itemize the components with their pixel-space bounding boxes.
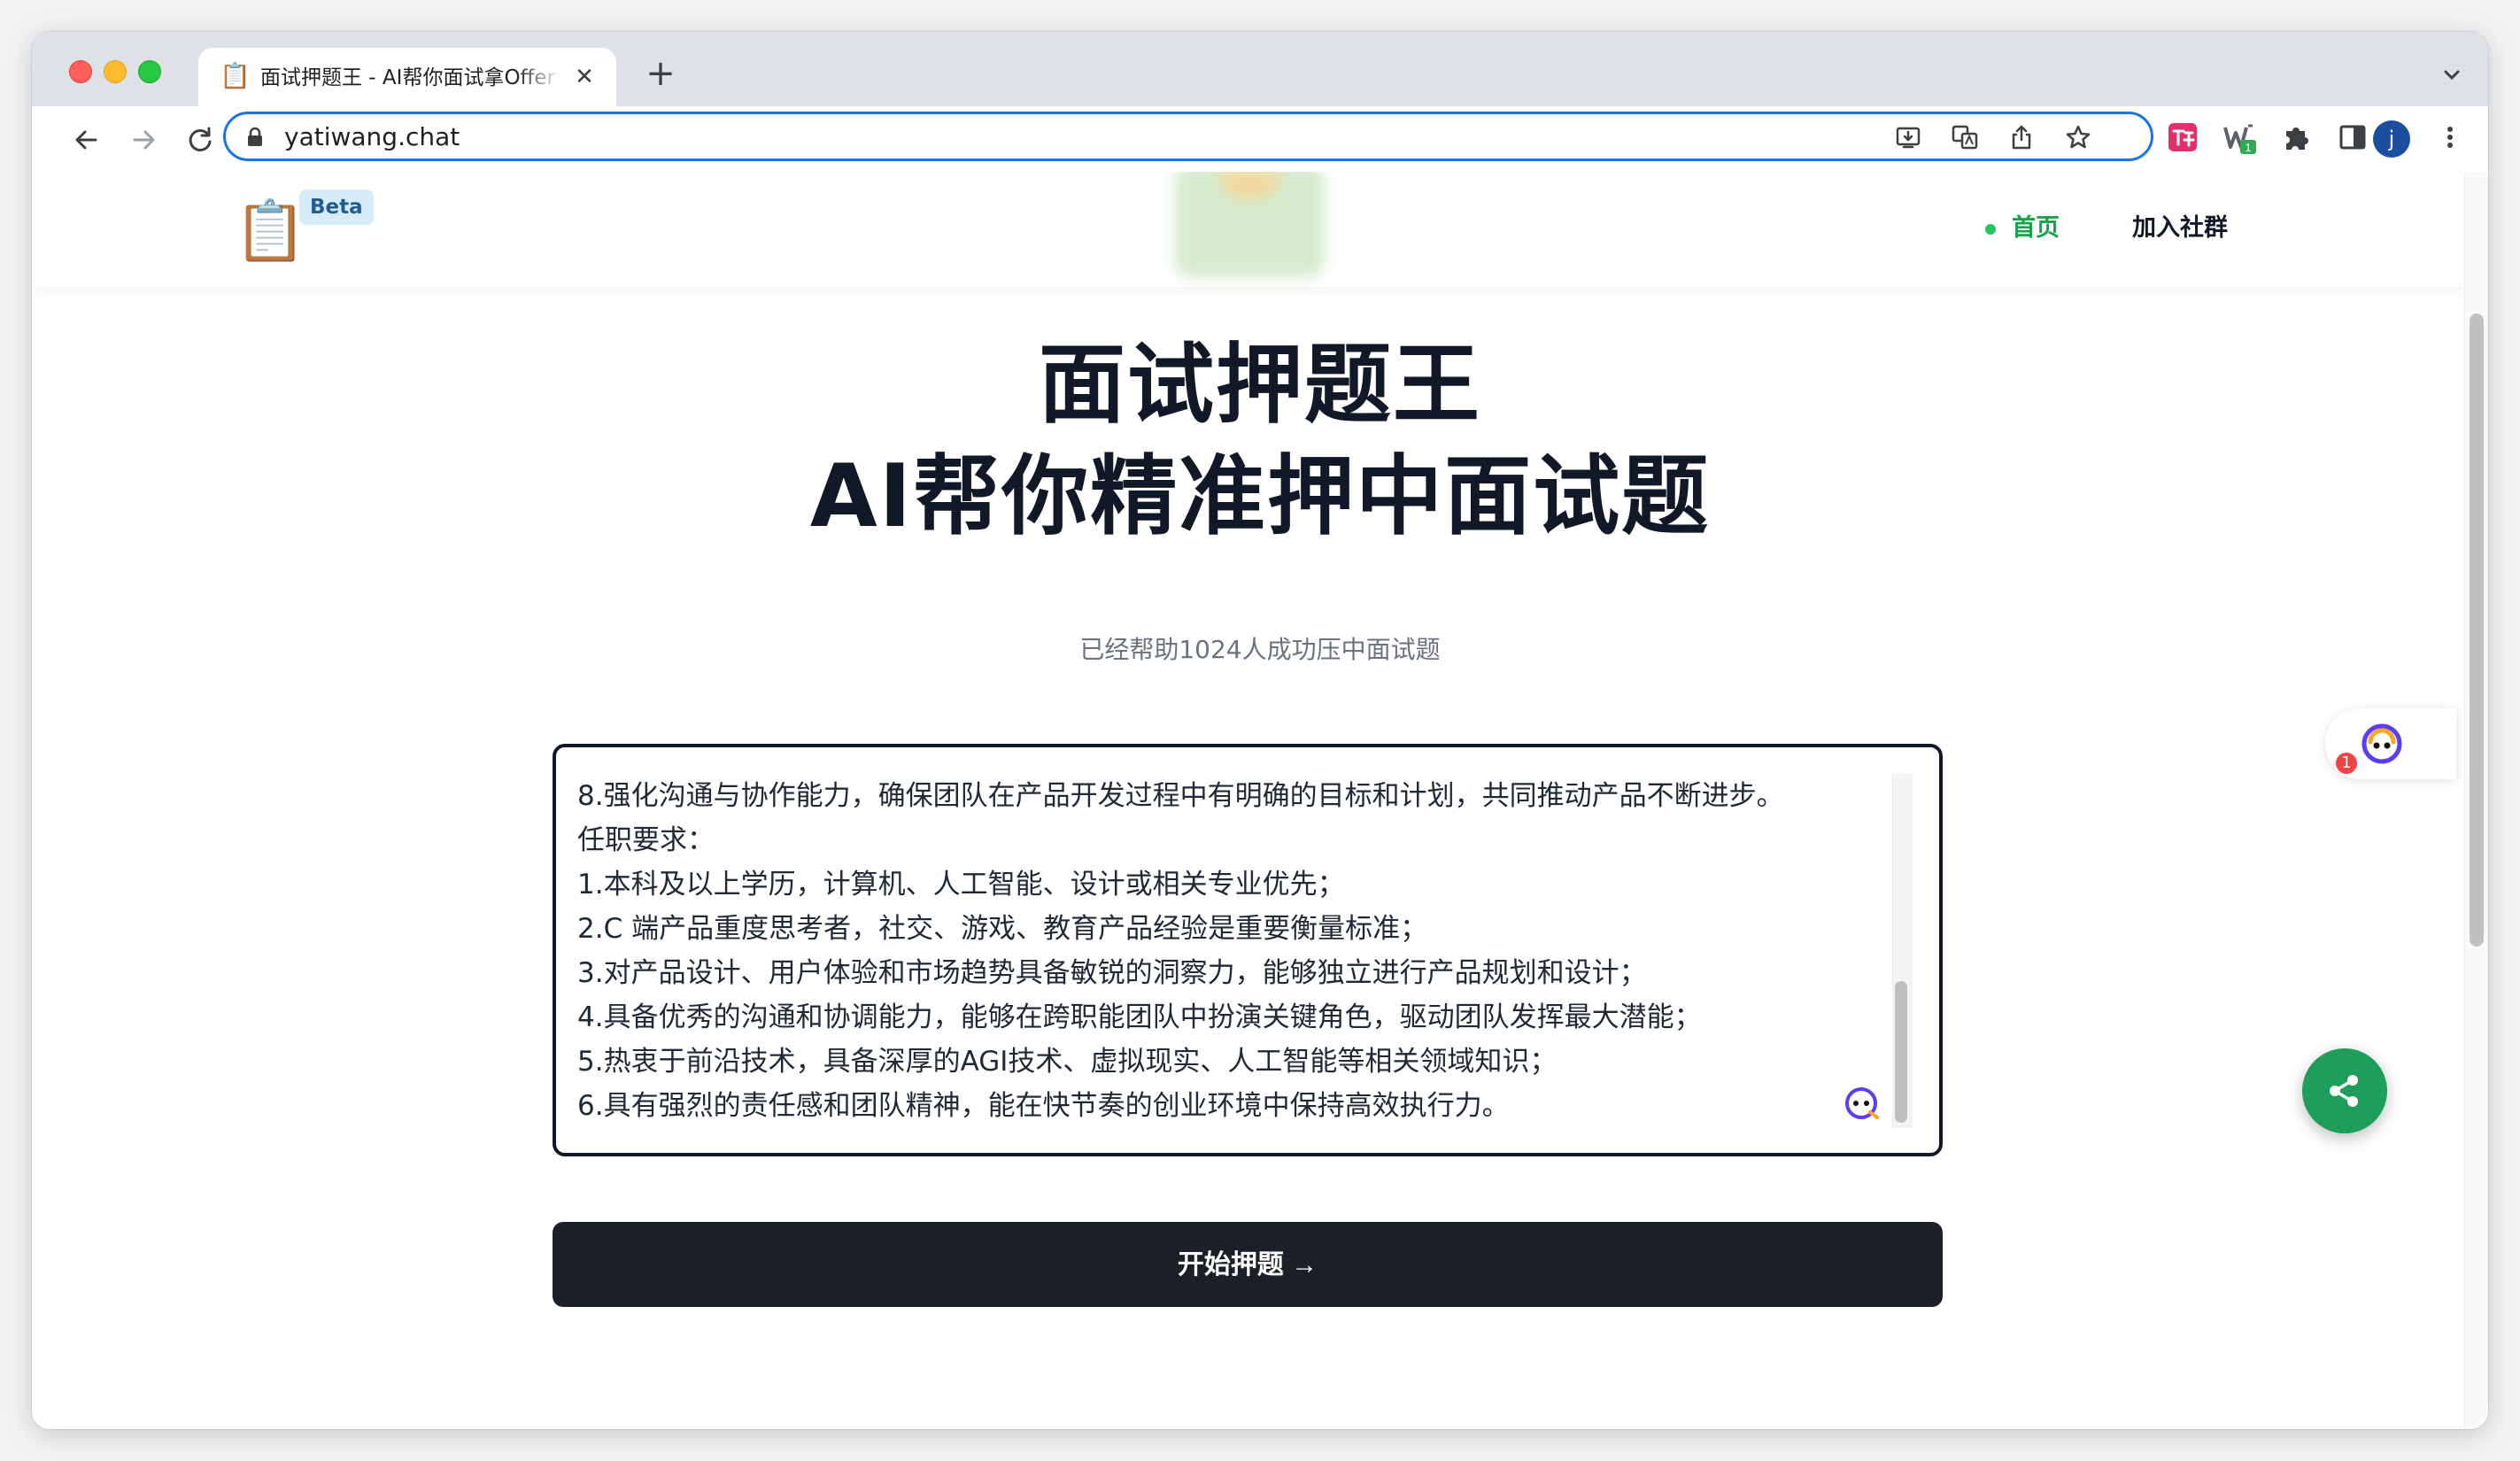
jd-line: 4.具备优秀的沟通和协调能力，能够在跨职能团队中扮演关键角色，驱动团队发挥最大潜… bbox=[577, 1001, 1702, 1033]
share-page-icon[interactable] bbox=[2007, 123, 2036, 151]
clipboard-logo-icon[interactable]: 📋 bbox=[234, 191, 306, 271]
tab-strip: 📋 面试押题王 - AI帮你面试拿Offer ✕ + bbox=[32, 32, 2488, 106]
url-text[interactable]: yatiwang.chat bbox=[284, 121, 460, 153]
extensions-puzzle-icon[interactable] bbox=[2279, 120, 2313, 154]
dictionary-extension-icon[interactable] bbox=[2166, 120, 2199, 154]
hero-title-line1: 面试押题王 bbox=[1038, 335, 1481, 436]
translate-icon[interactable] bbox=[1951, 123, 1979, 151]
clipboard-favicon-icon: 📋 bbox=[220, 61, 251, 90]
minimize-window-button[interactable] bbox=[104, 60, 127, 83]
share-nodes-icon bbox=[2330, 1075, 2358, 1107]
nav-home-label: 首页 bbox=[2012, 214, 2060, 242]
tab-title: 面试押题王 - AI帮你面试拿Offer bbox=[260, 66, 555, 89]
install-app-icon[interactable] bbox=[1894, 123, 1922, 151]
reload-icon[interactable] bbox=[182, 122, 218, 158]
job-description-text[interactable]: 8.强化沟通与协作能力，确保团队在产品开发过程中有明确的目标和计划，共同推动产品… bbox=[577, 774, 1879, 1128]
maximize-window-button[interactable] bbox=[138, 60, 161, 83]
textarea-scrollbar-thumb[interactable] bbox=[1895, 981, 1907, 1123]
ai-assistant-face-icon[interactable] bbox=[1842, 1084, 1881, 1123]
lock-icon[interactable] bbox=[245, 127, 265, 148]
bookmark-star-icon[interactable] bbox=[2064, 123, 2092, 151]
tab-close-icon[interactable]: ✕ bbox=[570, 63, 599, 91]
active-dot-icon bbox=[1985, 224, 1996, 235]
hero-title-line2: AI帮你精准押中面试题 bbox=[809, 446, 1711, 547]
decorative-blurred-image bbox=[1174, 172, 1325, 278]
beta-badge: Beta bbox=[299, 189, 374, 225]
browser-toolbar: yatiwang.chat 1 j bbox=[32, 106, 2488, 173]
jd-line: 2.C 端产品重度思考者，社交、游戏、教育产品经验是重要衡量标准； bbox=[577, 913, 1428, 945]
job-description-textarea[interactable]: 8.强化沟通与协作能力，确保团队在产品开发过程中有明确的目标和计划，共同推动产品… bbox=[553, 744, 1943, 1156]
assistant-notification-badge: 1 bbox=[2336, 753, 2357, 774]
browser-tab-active[interactable]: 📋 面试押题王 - AI帮你面试拿Offer ✕ bbox=[198, 48, 616, 106]
page-scrollbar-thumb[interactable] bbox=[2470, 313, 2484, 947]
tab-search-chevron-icon[interactable] bbox=[2439, 62, 2465, 89]
forward-arrow-icon[interactable] bbox=[126, 122, 161, 158]
profile-avatar[interactable]: j bbox=[2373, 120, 2410, 158]
kebab-menu-icon[interactable] bbox=[2433, 120, 2467, 154]
assistant-face-icon bbox=[2362, 723, 2402, 764]
page-content: 📋 Beta 首页 加入社群 面试押题王 AI帮你精准押中面试题 已经帮助102… bbox=[32, 172, 2488, 1429]
jd-line: 任职要求： bbox=[577, 824, 715, 856]
jd-line: 8.强化沟通与协作能力，确保团队在产品开发过程中有明确的目标和计划，共同推动产品… bbox=[577, 780, 1784, 812]
side-panel-icon[interactable] bbox=[2336, 120, 2369, 154]
jd-line: 5.热衷于前沿技术，具备深厚的AGI技术、虚拟现实、人工智能等相关领域知识； bbox=[577, 1046, 1558, 1078]
writer-extension-icon[interactable]: 1 bbox=[2222, 120, 2256, 154]
hero-subtitle: 已经帮助1024人成功压中面试题 bbox=[1079, 635, 1441, 664]
back-arrow-icon[interactable] bbox=[69, 122, 104, 158]
extension-badge-count: 1 bbox=[2245, 141, 2251, 154]
new-tab-button[interactable]: + bbox=[643, 56, 678, 92]
close-window-button[interactable] bbox=[69, 60, 92, 83]
site-header: 📋 Beta 首页 加入社群 bbox=[32, 172, 2488, 287]
address-bar[interactable]: yatiwang.chat bbox=[223, 112, 2153, 161]
jd-line: 3.对产品设计、用户体验和市场趋势具备敏锐的洞察力，能够独立进行产品规划和设计； bbox=[577, 957, 1647, 989]
jd-line: 1.本科及以上学历，计算机、人工智能、设计或相关专业优先； bbox=[577, 869, 1345, 901]
start-prediction-button[interactable]: 开始押题 → bbox=[553, 1222, 1943, 1307]
jd-line: 6.具有强烈的责任感和团队精神，能在快节奏的创业环境中保持高效执行力。 bbox=[577, 1090, 1510, 1122]
nav-link-join-community[interactable]: 加入社群 bbox=[2132, 209, 2228, 248]
browser-window: 📋 面试押题王 - AI帮你面试拿Offer ✕ + yatiwang.chat bbox=[32, 32, 2488, 1429]
share-fab-button[interactable] bbox=[2302, 1048, 2387, 1133]
